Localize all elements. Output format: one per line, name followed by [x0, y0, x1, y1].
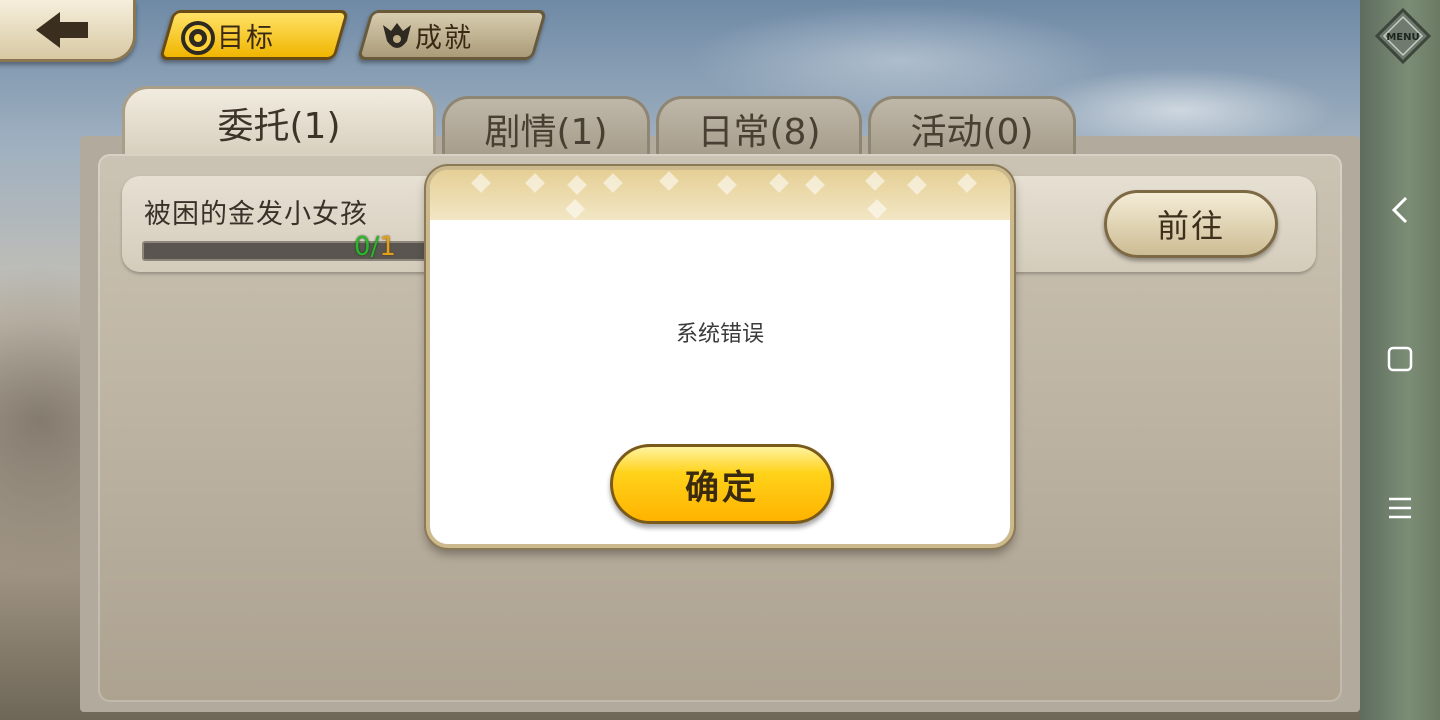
- system-back-button[interactable]: [1388, 194, 1412, 230]
- tab-commission-label: 委托(1): [217, 105, 341, 147]
- decor-diamond: [659, 171, 679, 191]
- decor-diamond: [567, 175, 587, 195]
- hamburger-icon: [1389, 497, 1411, 519]
- quest-title: 被困的金发小女孩: [144, 199, 368, 230]
- decor-diamond: [805, 175, 825, 195]
- decor-diamond: [603, 173, 623, 193]
- system-navigation-bar: [1360, 0, 1440, 720]
- error-dialog: 系统错误 确定: [426, 166, 1014, 548]
- decor-diamond: [717, 175, 737, 195]
- decor-diamond: [525, 173, 545, 193]
- go-button[interactable]: 前往: [1104, 190, 1278, 258]
- quest-progress-text: 0/1: [354, 232, 396, 262]
- tab-event[interactable]: 活动(0): [868, 96, 1076, 158]
- dialog-header: [430, 170, 1010, 220]
- tab-commission[interactable]: 委托(1): [122, 86, 436, 156]
- tab-story[interactable]: 剧情(1): [442, 96, 650, 158]
- tab-event-label: 活动(0): [910, 111, 1034, 153]
- goal-tab-label: 目标: [217, 22, 275, 54]
- achievement-tab[interactable]: 成就: [356, 10, 548, 60]
- decor-diamond: [865, 171, 885, 191]
- tab-daily[interactable]: 日常(8): [656, 96, 862, 158]
- tab-story-label: 剧情(1): [484, 111, 608, 153]
- menu-button[interactable]: MENU: [1374, 7, 1432, 65]
- square-icon: [1387, 346, 1413, 372]
- progress-separator: /: [370, 232, 380, 262]
- menu-diamond-icon: MENU: [1374, 7, 1432, 65]
- target-icon: [181, 21, 215, 55]
- decor-diamond: [957, 173, 977, 193]
- progress-total: 1: [379, 232, 396, 262]
- dialog-message: 系统错误: [675, 322, 764, 347]
- goal-tab[interactable]: 目标: [158, 10, 350, 60]
- tab-daily-label: 日常(8): [697, 111, 821, 153]
- trophy-crest-icon: [383, 23, 411, 48]
- arrow-left-icon: [36, 12, 88, 48]
- progress-current: 0: [354, 232, 371, 262]
- decor-diamond: [907, 175, 927, 195]
- decor-diamond: [867, 199, 887, 219]
- menu-label: MENU: [1386, 32, 1419, 43]
- achievement-tab-label: 成就: [415, 22, 473, 54]
- decor-diamond: [471, 173, 491, 193]
- confirm-button[interactable]: 确定: [610, 444, 834, 524]
- system-recents-button[interactable]: [1387, 496, 1413, 524]
- system-home-button[interactable]: [1387, 346, 1413, 376]
- chevron-left-icon: [1391, 196, 1408, 224]
- decor-diamond: [769, 173, 789, 193]
- decor-diamond: [565, 199, 585, 219]
- back-button[interactable]: [0, 0, 136, 62]
